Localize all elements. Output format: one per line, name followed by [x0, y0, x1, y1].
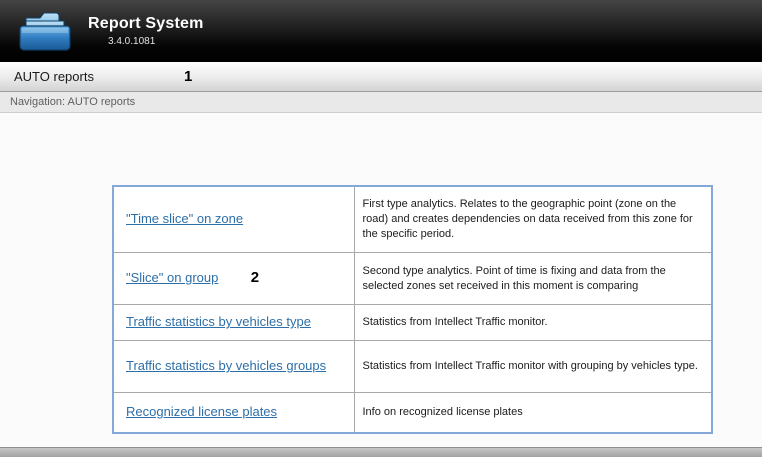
footer-bar — [0, 447, 762, 457]
link-slice-on-group[interactable]: "Slice" on group — [126, 270, 218, 285]
table-row: "Time slice" on zone First type analytic… — [113, 186, 712, 252]
folder-icon-svg — [19, 9, 71, 53]
report-description: Statistics from Intellect Traffic monito… — [354, 340, 712, 392]
report-description: Info on recognized license plates — [354, 392, 712, 433]
folder-icon — [18, 8, 72, 54]
report-description: Statistics from Intellect Traffic monito… — [354, 304, 712, 340]
breadcrumb: Navigation: AUTO reports — [10, 96, 135, 108]
app-version: 3.4.0.1081 — [108, 36, 204, 47]
report-description: First type analytics. Relates to the geo… — [354, 186, 712, 252]
table-row: Traffic statistics by vehicles groups St… — [113, 340, 712, 392]
report-link-cell: Recognized license plates — [113, 392, 354, 433]
report-link-cell: Traffic statistics by vehicles groups — [113, 340, 354, 392]
report-types-table: "Time slice" on zone First type analytic… — [112, 185, 713, 434]
link-time-slice-on-zone[interactable]: "Time slice" on zone — [126, 211, 243, 226]
report-link-cell: "Time slice" on zone — [113, 186, 354, 252]
link-traffic-statistics-by-vehicles-type[interactable]: Traffic statistics by vehicles type — [126, 314, 311, 329]
app-title: Report System — [88, 15, 204, 33]
report-link-cell: "Slice" on group 2 — [113, 252, 354, 304]
header-titles: Report System 3.4.0.1081 — [88, 15, 204, 47]
menu-bar: AUTO reports 1 — [0, 62, 762, 92]
table-row: Recognized license plates Info on recogn… — [113, 392, 712, 433]
callout-1: 1 — [184, 68, 192, 85]
table-row: Traffic statistics by vehicles type Stat… — [113, 304, 712, 340]
report-link-cell: Traffic statistics by vehicles type — [113, 304, 354, 340]
report-system-window: Report System 3.4.0.1081 AUTO reports 1 … — [0, 0, 762, 457]
menu-item-auto-reports[interactable]: AUTO reports — [10, 67, 98, 86]
callout-2: 2 — [251, 269, 259, 286]
main-content: "Time slice" on zone First type analytic… — [0, 113, 762, 447]
report-description: Second type analytics. Point of time is … — [354, 252, 712, 304]
app-header: Report System 3.4.0.1081 — [0, 0, 762, 62]
link-recognized-license-plates[interactable]: Recognized license plates — [126, 404, 277, 419]
table-row: "Slice" on group 2 Second type analytics… — [113, 252, 712, 304]
breadcrumb-bar: Navigation: AUTO reports — [0, 92, 762, 113]
link-traffic-statistics-by-vehicles-groups[interactable]: Traffic statistics by vehicles groups — [126, 358, 326, 373]
